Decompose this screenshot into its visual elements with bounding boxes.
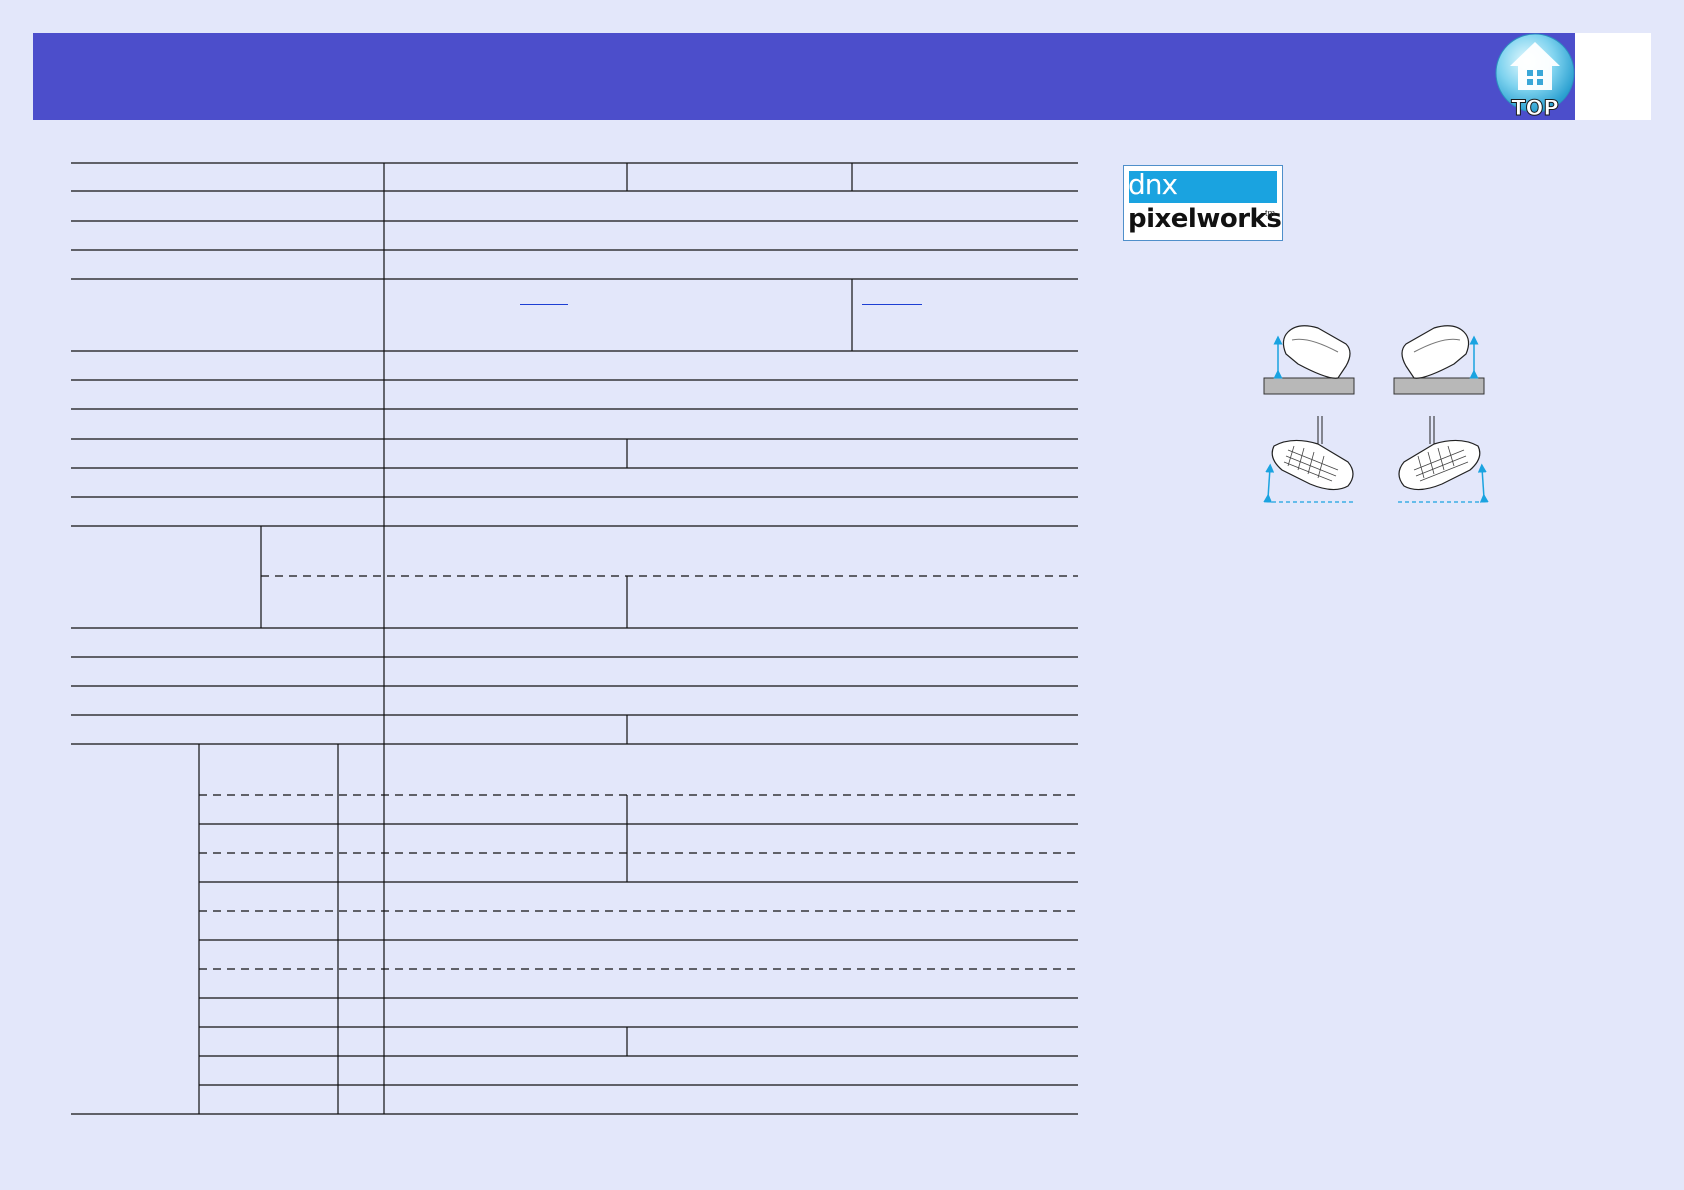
logo-dnx-text: dnx <box>1128 168 1178 201</box>
tilt-ceiling-back <box>1398 416 1489 503</box>
glossary-link-1[interactable] <box>520 304 568 305</box>
logo-pixelworks-text: pixelworks <box>1128 204 1282 234</box>
spec-table <box>71 162 1078 1115</box>
header-bar <box>33 33 1575 120</box>
logo-tm: tm <box>1265 208 1275 218</box>
glossary-link-2[interactable] <box>862 304 922 305</box>
pixelworks-dnx-logo: dnx pixelworks tm <box>1123 165 1283 241</box>
tilt-table-front-up <box>1263 325 1355 395</box>
top-label: TOP <box>1511 96 1560 121</box>
header-page-tab <box>1575 33 1651 120</box>
top-button[interactable]: TOP <box>1492 32 1578 122</box>
tilt-ceiling-front <box>1263 416 1354 503</box>
tilt-table-back-up <box>1393 325 1485 395</box>
projector-tilt-figure <box>1263 325 1489 503</box>
